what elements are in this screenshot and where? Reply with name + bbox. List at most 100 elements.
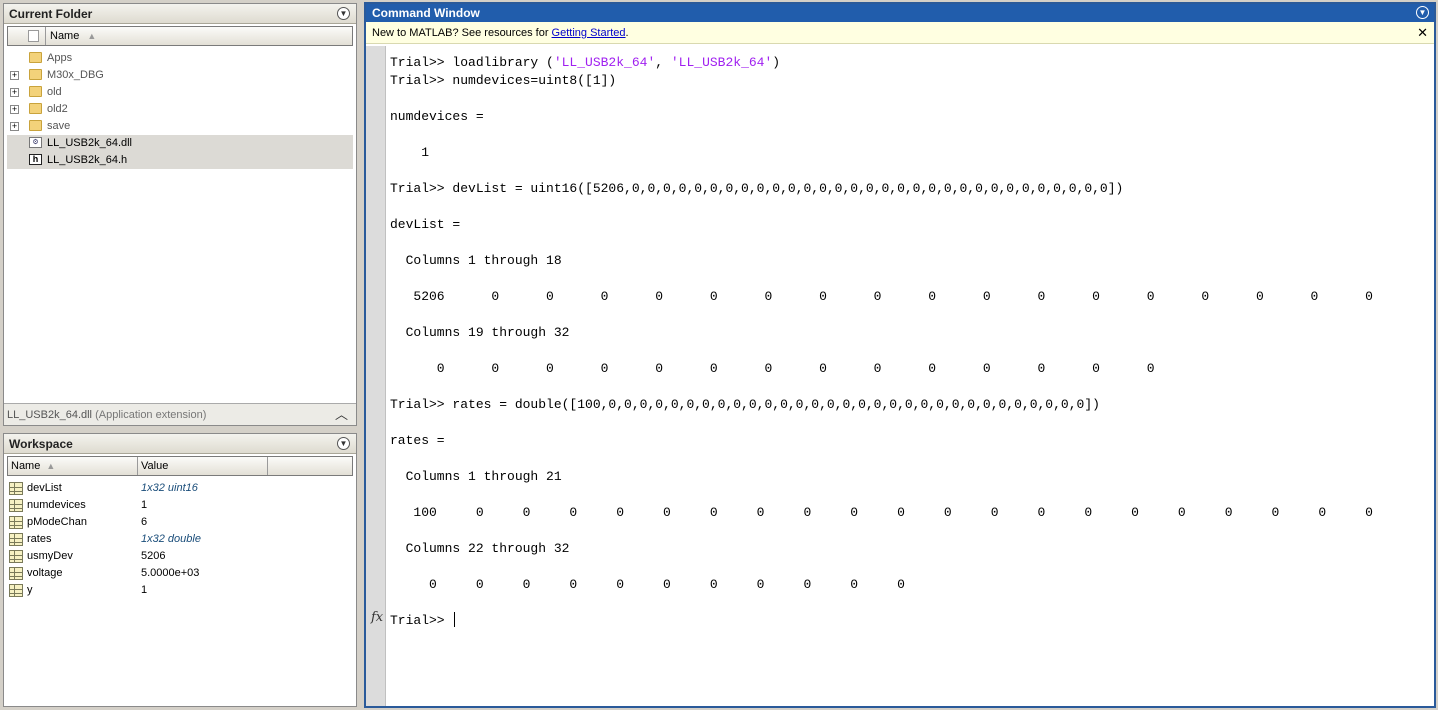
variable-value: 6 — [141, 516, 148, 528]
file-list-item[interactable]: h LL_USB2k_64.h — [7, 152, 353, 169]
variable-name: devList — [27, 482, 62, 494]
close-icon[interactable]: ✕ — [1417, 22, 1428, 44]
command-text: devList = — [390, 217, 461, 232]
current-folder-column-header[interactable]: Name ▲ — [7, 26, 353, 46]
getting-started-link[interactable]: Getting Started — [552, 27, 626, 39]
command-line — [390, 414, 1430, 432]
command-window: Command Window ▼ New to MATLAB? See reso… — [364, 2, 1436, 708]
name-column-header[interactable]: Name ▲ — [8, 457, 138, 475]
command-text: Trial>> devList = uint16([5206,0,0,0,0,0… — [390, 181, 1124, 196]
workspace-panel: Workspace ▼ Name ▲ Value devList 1x32 uint… — [3, 433, 357, 707]
variable-value: 5.0000e+03 — [141, 567, 200, 579]
command-text: 1 — [390, 145, 430, 160]
string-literal: 'LL_USB2k_64' — [553, 55, 656, 70]
current-folder-status-bar: LL_USB2k_64.dll (Application extension) … — [4, 403, 356, 425]
panel-menu-icon[interactable]: ▼ — [337, 437, 350, 450]
current-folder-title: Current Folder ▼ — [4, 4, 356, 24]
command-line: 0 0 0 0 0 0 0 0 0 0 0 0 0 0 — [390, 360, 1430, 378]
workspace-variable-row[interactable]: numdevices 1 — [7, 497, 353, 514]
file-list-item[interactable]: + old — [7, 84, 353, 101]
workspace-column-header: Name ▲ Value — [7, 456, 353, 476]
current-folder-title-text: Current Folder — [9, 7, 93, 21]
command-line — [390, 126, 1430, 144]
command-line: Columns 1 through 18 — [390, 252, 1430, 270]
workspace-title-text: Workspace — [9, 437, 73, 451]
current-folder-file-list[interactable]: Apps + M30x_DBG + old + old2 + save ⚙ LL_USB2k_64.… — [7, 50, 353, 169]
chevron-up-icon[interactable]: ︿ — [335, 404, 348, 426]
command-line: Columns 22 through 32 — [390, 540, 1430, 558]
name-column-header[interactable]: Name ▲ — [50, 27, 96, 45]
variable-name: usmyDev — [27, 550, 73, 562]
file-name: LL_USB2k_64.h — [47, 154, 128, 166]
file-name: M30x_DBG — [47, 69, 104, 81]
folder-icon — [29, 86, 42, 97]
command-window-title: Command Window ▼ — [366, 4, 1434, 22]
type-column-header[interactable] — [8, 27, 46, 45]
command-line: 0 0 0 0 0 0 0 0 0 0 0 — [390, 576, 1430, 594]
function-browser-icon[interactable]: fx — [371, 610, 383, 625]
file-list-item[interactable]: + M30x_DBG — [7, 67, 353, 84]
workspace-variable-row[interactable]: rates 1x32 double — [7, 531, 353, 548]
panel-menu-icon[interactable]: ▼ — [1416, 6, 1429, 19]
status-file-name: LL_USB2k_64.dll — [7, 409, 93, 421]
command-line — [390, 162, 1430, 180]
file-list-item[interactable]: + old2 — [7, 101, 353, 118]
workspace-title: Workspace ▼ — [4, 434, 356, 454]
command-line — [390, 594, 1430, 612]
variable-name: pModeChan — [27, 516, 87, 528]
folder-icon — [29, 69, 42, 80]
current-folder-panel: Current Folder ▼ Name ▲ Apps + M30x_DBG + old… — [3, 3, 357, 426]
name-column-label: Name — [11, 460, 41, 472]
command-line — [390, 342, 1430, 360]
command-text: numdevices = — [390, 109, 484, 124]
workspace-variable-row[interactable]: y1 — [7, 582, 353, 599]
file-name: Apps — [47, 52, 73, 64]
variable-value: 1x32 double — [141, 533, 201, 545]
panel-menu-icon[interactable]: ▼ — [337, 7, 350, 20]
command-line — [390, 558, 1430, 576]
variable-name: voltage — [27, 567, 63, 579]
folder-icon — [29, 120, 42, 131]
command-text: Columns 19 through 32 — [390, 325, 570, 340]
file-list-item[interactable]: + save — [7, 118, 353, 135]
dll-file-icon: ⚙ — [29, 137, 42, 148]
variable-name: numdevices — [27, 499, 86, 511]
expand-plus-icon[interactable]: + — [10, 105, 19, 114]
command-line — [390, 486, 1430, 504]
command-line[interactable]: Trial>> — [390, 612, 1430, 630]
getting-started-info-bar: New to MATLAB? See resources for Getting… — [366, 22, 1434, 44]
workspace-variable-row[interactable]: usmyDev 5206 — [7, 548, 353, 565]
matrix-variable-icon — [9, 499, 23, 512]
matrix-variable-icon — [9, 584, 23, 597]
command-text: Trial>> rates = double([100,0,0,0,0,0,0,… — [390, 397, 1100, 412]
value-column-header[interactable]: Value — [138, 457, 268, 475]
command-line: 5206 0 0 0 0 0 0 0 0 0 0 0 0 0 0 0 0 0 — [390, 288, 1430, 306]
sort-ascending-icon: ▲ — [87, 31, 97, 41]
command-line: 100 0 0 0 0 0 0 0 0 0 0 0 0 0 0 0 0 0 0 … — [390, 504, 1430, 522]
command-line: numdevices = — [390, 108, 1430, 126]
command-line: Trial>> devList = uint16([5206,0,0,0,0,0… — [390, 180, 1430, 198]
expand-plus-icon[interactable]: + — [10, 71, 19, 80]
sort-ascending-icon: ▲ — [46, 461, 56, 471]
workspace-variable-row[interactable]: devList 1x32 uint16 — [7, 480, 353, 497]
command-text: Trial>> numdevices=uint8([1]) — [390, 73, 617, 88]
command-line — [390, 378, 1430, 396]
text-cursor — [454, 612, 456, 627]
command-window-body[interactable]: fx Trial>> loadlibrary ('LL_USB2k_64', '… — [366, 46, 1434, 706]
file-list-item[interactable]: Apps — [7, 50, 353, 67]
workspace-variable-row[interactable]: pModeChan 6 — [7, 514, 353, 531]
variable-value: 1x32 uint16 — [141, 482, 198, 494]
workspace-variable-list[interactable]: devList 1x32 uint16 numdevices 1 pModeChan 6 r… — [7, 480, 353, 599]
expand-plus-icon[interactable]: + — [10, 88, 19, 97]
command-line — [390, 198, 1430, 216]
variable-value: 1 — [141, 499, 148, 511]
command-text: ) — [772, 55, 781, 70]
file-list-item[interactable]: ⚙ LL_USB2k_64.dll — [7, 135, 353, 152]
variable-name: rates — [27, 533, 52, 545]
command-line: devList = — [390, 216, 1430, 234]
workspace-variable-row[interactable]: voltage 5.0000e+03 — [7, 565, 353, 582]
command-output[interactable]: Trial>> loadlibrary ('LL_USB2k_64', 'LL_… — [390, 54, 1430, 630]
command-text: Columns 1 through 21 — [390, 469, 562, 484]
command-text: rates = — [390, 433, 445, 448]
expand-plus-icon[interactable]: + — [10, 122, 19, 131]
